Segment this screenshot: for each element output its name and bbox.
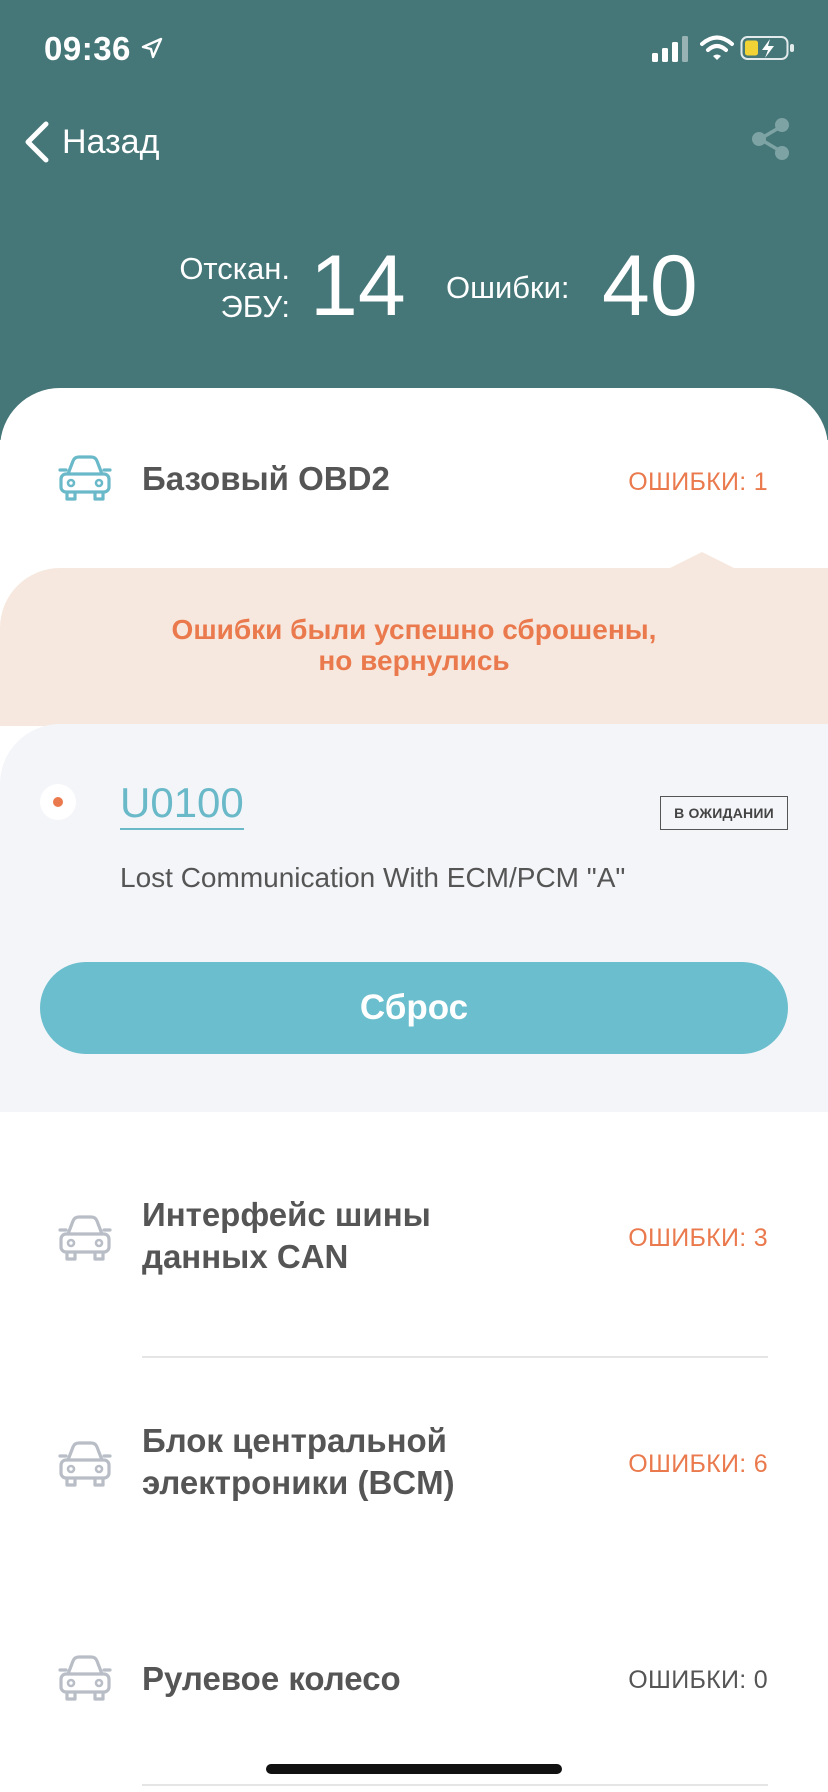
- ecu-name: Базовый OBD2: [142, 460, 390, 497]
- ecu-row-can-interface[interactable]: Интерфейс шины данных CAN ОШИБКИ: 3: [0, 1180, 828, 1310]
- reset-button[interactable]: Сброс: [40, 962, 788, 1054]
- car-icon: [58, 455, 112, 501]
- cellular-signal-icon: [652, 36, 688, 62]
- status-bar: 09:36: [0, 0, 828, 100]
- scanned-ecu-count: 14: [310, 238, 406, 334]
- chevron-left-icon: [25, 121, 49, 163]
- ecu-row-basic-obd2[interactable]: Базовый OBD2 ОШИБКИ: 1: [0, 440, 828, 540]
- warning-message: Ошибки были успешно сброшены, но вернули…: [171, 614, 657, 676]
- row-divider: [142, 1356, 768, 1358]
- car-icon: [58, 1215, 112, 1261]
- scanned-ecu-label: Отскан. ЭБУ:: [179, 251, 290, 324]
- ecu-error-count: ОШИБКИ: 3: [628, 1224, 768, 1252]
- ecu-error-count: ОШИБКИ: 0: [628, 1666, 768, 1694]
- wifi-icon: [700, 35, 734, 60]
- ecu-row-bcm[interactable]: Блок центральной электроники (BCM) ОШИБК…: [0, 1406, 828, 1536]
- battery-charging-icon: [740, 36, 794, 60]
- ecu-row-steering-wheel[interactable]: Рулевое колесо ОШИБКИ: 0: [0, 1630, 828, 1730]
- screen: 09:36 Назад Отскан. ЭБУ: 14 Ошибки: 40 Б…: [0, 0, 828, 1792]
- home-indicator[interactable]: [266, 1764, 562, 1774]
- ecu-name: Рулевое колесо: [142, 1660, 401, 1697]
- warning-banner-tail: [0, 678, 828, 726]
- dtc-severity-dot-inner: [53, 797, 63, 807]
- total-errors-count: 40: [602, 238, 698, 334]
- row-divider: [142, 1784, 768, 1786]
- dtc-status-badge: В ОЖИДАНИИ: [660, 796, 788, 830]
- ecu-name: Блок центральной электроники (BCM): [142, 1422, 455, 1501]
- dtc-code-link[interactable]: U0100: [120, 778, 244, 830]
- scan-summary: Отскан. ЭБУ: 14 Ошибки: 40: [0, 230, 828, 340]
- car-icon: [58, 1441, 112, 1487]
- ecu-error-count: ОШИБКИ: 6: [628, 1450, 768, 1478]
- car-icon: [58, 1655, 112, 1701]
- back-button[interactable]: Назад: [22, 116, 159, 168]
- ecu-name: Интерфейс шины данных CAN: [142, 1196, 431, 1275]
- back-label: Назад: [62, 122, 160, 161]
- share-icon[interactable]: [748, 116, 794, 162]
- location-arrow-icon: [141, 37, 163, 59]
- status-time: 09:36: [44, 30, 131, 67]
- total-errors-label: Ошибки:: [446, 270, 570, 305]
- header: 09:36 Назад Отскан. ЭБУ: 14 Ошибки: 40: [0, 0, 828, 440]
- dtc-description: Lost Communication With ECM/PCM "A": [120, 862, 626, 893]
- dtc-severity-dot: [40, 784, 76, 820]
- ecu-error-count: ОШИБКИ: 1: [628, 468, 768, 496]
